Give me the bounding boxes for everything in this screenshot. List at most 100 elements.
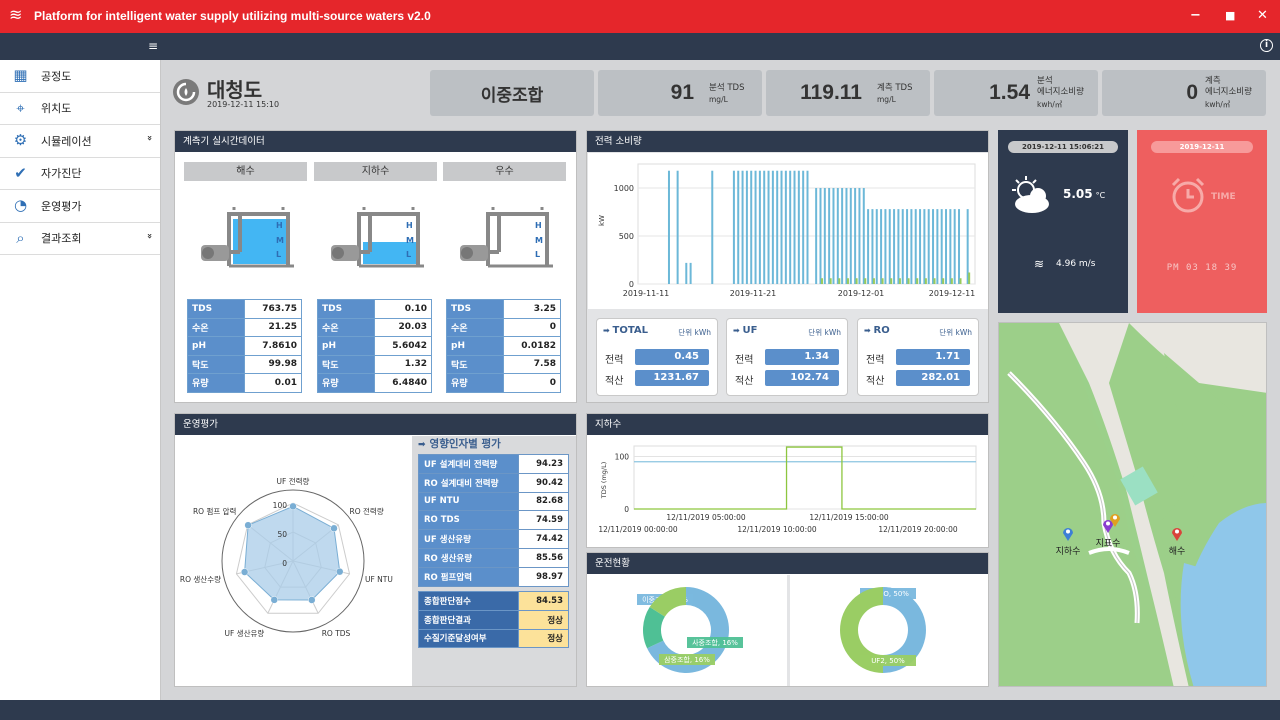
refresh-icon[interactable]: [173, 79, 199, 105]
donut-label: 삼중조합, 16%: [664, 655, 710, 664]
sidebar-item-1[interactable]: ⌖ 위치도: [0, 93, 160, 125]
table-row: RO 설계대비 전력량 90.42: [418, 472, 569, 493]
table-row: RO TDS 74.59: [418, 510, 569, 531]
radar-point: [330, 524, 338, 533]
power-bar: [940, 209, 943, 284]
table-row: RO 펌프압력 98.97: [418, 566, 569, 587]
table-row: 유량 6.4840: [317, 373, 432, 393]
sidebar-item-4[interactable]: ◔ 운영평가: [0, 190, 160, 223]
table-row: pH 5.6042: [317, 336, 432, 356]
chevron-down-icon[interactable]: »: [144, 135, 154, 141]
site-name: 대청도: [207, 78, 263, 102]
radar-point: [308, 596, 316, 604]
power-bar: [711, 170, 714, 284]
sidebar-item-label: 시뮬레이션: [41, 134, 92, 148]
level-label-l: L: [535, 250, 540, 259]
power-bar: [828, 188, 831, 284]
info-icon[interactable]: i: [1260, 39, 1273, 52]
power-box-0: ➡ TOTAL 단위 kWh 전력 0.45 적산 1231.67: [596, 318, 718, 396]
sensor-table-0: TDS 763.75 수온 21.25 pH 7.8610 탁도 99.98 유량 0.01: [187, 299, 302, 393]
power-bar: [750, 170, 753, 284]
summary-value: 정상: [518, 609, 569, 630]
sensor-panel-title: 계측기 실시간데이터: [175, 131, 576, 152]
minimize-button[interactable]: −: [1190, 8, 1201, 23]
sidebar-item-5[interactable]: ⌕ 결과조회 »: [0, 223, 160, 255]
y-tick-label: 100: [615, 453, 630, 462]
sensor-value: 0: [503, 373, 561, 393]
alarm-clock-icon: [1171, 177, 1205, 213]
sidebar-item-label: 자가진단: [41, 167, 82, 181]
power-label: 전력: [866, 355, 885, 366]
x-tick-label: 12/11/2019 20:00:00: [878, 525, 958, 534]
evaluation-panel-title: 운영평가: [175, 414, 576, 435]
menu-toggle-icon[interactable]: ≡: [148, 39, 158, 53]
sensor-value: 0.0182: [503, 336, 561, 356]
power-bar: [855, 278, 858, 284]
radar-axis-label: UF 생산유량: [224, 628, 264, 638]
sensor-key: 수온: [446, 317, 504, 337]
map-marker-icon[interactable]: [1062, 526, 1074, 542]
eval-key: RO TDS: [418, 510, 519, 531]
arrow-right-icon: ➡: [733, 326, 743, 335]
sensor-key: 수온: [187, 317, 245, 337]
sidebar-item-3[interactable]: ✔ 자가진단: [0, 158, 160, 190]
sensor-table-2: TDS 3.25 수온 0 pH 0.0182 탁도 7.58 유량 0: [446, 299, 561, 393]
power-bar: [862, 188, 865, 284]
power-bar: [829, 278, 832, 284]
power-value: 1.34: [765, 349, 839, 365]
chevron-down-icon[interactable]: »: [144, 233, 154, 239]
table-row: TDS 3.25: [446, 299, 561, 319]
kpi-analysis-energy-label1: 분석: [1037, 76, 1053, 86]
sensor-value: 7.58: [503, 354, 561, 374]
level-label-m: M: [276, 236, 284, 245]
power-bar: [793, 170, 796, 284]
eval-value: 94.23: [518, 454, 569, 474]
summary-key: 종합판단결과: [418, 609, 519, 630]
kpi-measured-energy-label1: 계측: [1205, 76, 1221, 86]
summary-value: 84.53: [518, 591, 569, 611]
y-axis-label: kW: [598, 215, 606, 226]
power-bar: [676, 170, 679, 284]
radar-point: [244, 521, 252, 529]
table-row: 수온 21.25: [187, 317, 302, 337]
water-tank-1: HML: [331, 207, 424, 268]
x-tick-label: 12/11/2019 10:00:00: [737, 525, 817, 534]
sidebar-item-2[interactable]: ⚙ 시뮬레이션 »: [0, 125, 160, 158]
power-box-unit: 단위 kWh: [678, 328, 711, 337]
maximize-button[interactable]: ■: [1225, 9, 1235, 22]
power-panel-title: 전력 소비량: [587, 131, 988, 152]
map-panel[interactable]: [998, 322, 1267, 687]
power-label: 전력: [605, 355, 624, 366]
power-bar: [745, 170, 748, 284]
power-bar: [942, 278, 945, 284]
power-bar: [890, 278, 893, 284]
arrow-right-icon: ➡: [418, 440, 426, 450]
sensor-value: 5.6042: [374, 336, 432, 356]
self-diagnosis-icon: ✔: [14, 163, 27, 182]
temp-value: 5.05: [1063, 187, 1093, 201]
power-box-2: ➡ RO 단위 kWh 전력 1.71 적산 282.01: [857, 318, 979, 396]
kpi-measured-energy-unit: kwh/㎥: [1205, 100, 1231, 109]
sidebar-item-0[interactable]: ▦ 공정도: [0, 60, 160, 93]
table-row: 수온 0: [446, 317, 561, 337]
eval-key: UF 설계대비 전력량: [418, 454, 519, 474]
power-box-1: ➡ UF 단위 kWh 전력 1.34 적산 102.74: [726, 318, 848, 396]
x-tick-label: 12/11/2019 00:00:00: [598, 525, 678, 534]
map-marker-icon[interactable]: [1171, 526, 1183, 542]
eval-key: UF 생산유량: [418, 529, 519, 549]
sensor-key: pH: [446, 336, 504, 356]
table-row: 수온 20.03: [317, 317, 432, 337]
accumulated-value: 282.01: [896, 370, 970, 386]
map-marker-icon[interactable]: [1109, 512, 1121, 528]
close-button[interactable]: ✕: [1257, 8, 1268, 23]
operation-donut-charts: 이중조합, 68%사중조합, 16%삼중조합, 16%BWRO, 50%UF2,…: [637, 587, 926, 673]
arrow-right-icon: ➡: [864, 326, 874, 335]
power-bar: [689, 262, 692, 284]
water-tank-2: HML: [460, 207, 553, 268]
power-bar: [872, 278, 875, 284]
table-row: 종합판단점수 84.53: [418, 591, 569, 611]
power-bar: [893, 209, 896, 284]
y-tick-label: 500: [619, 232, 634, 241]
sidebar-item-label: 결과조회: [41, 232, 82, 246]
evaluation-table: UF 설계대비 전력량 94.23 RO 설계대비 전력량 90.42 UF NTU 82…: [418, 454, 569, 587]
